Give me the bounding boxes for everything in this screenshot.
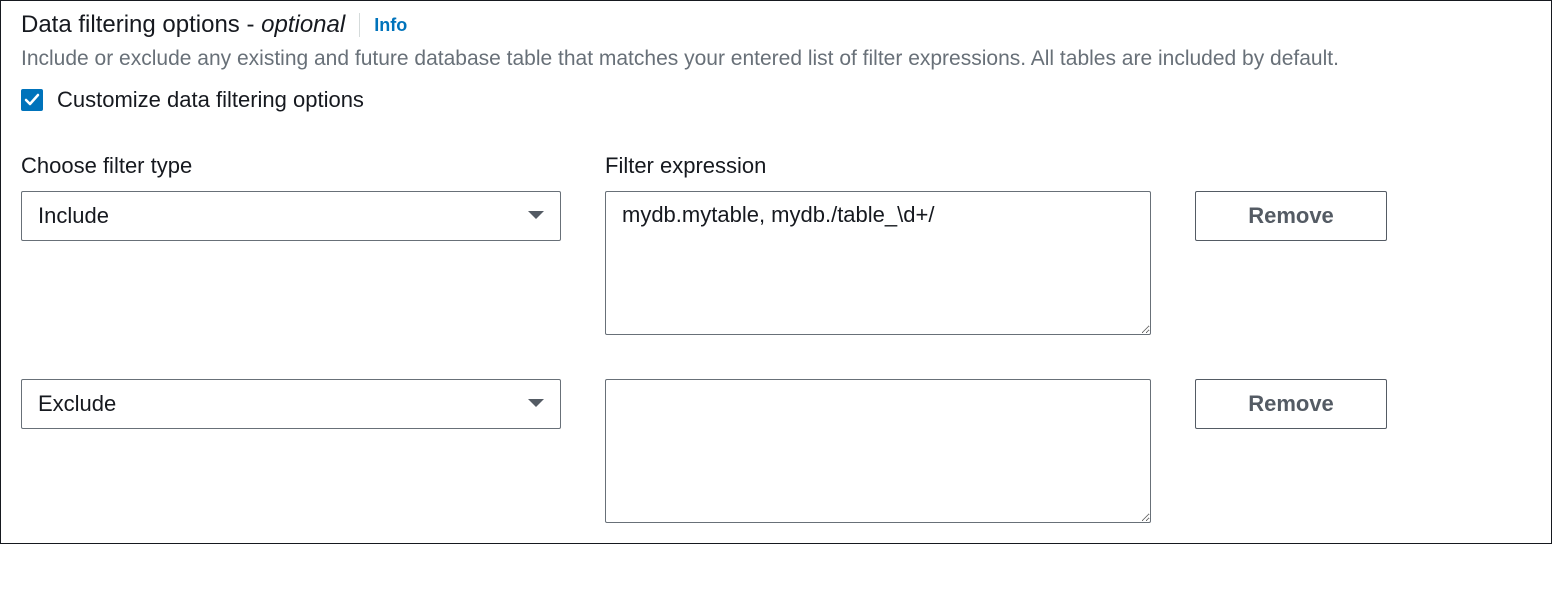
panel-title-text: Data filtering options -: [21, 11, 261, 38]
panel-header: Data filtering options - optional Info: [21, 11, 1531, 39]
checkmark-icon: [24, 92, 40, 108]
filter-row: Exclude Remove: [21, 379, 1531, 523]
filter-type-header: Choose filter type: [21, 153, 561, 179]
customize-checkbox[interactable]: [21, 89, 43, 111]
filter-type-select-wrapper: Include: [21, 191, 561, 241]
filter-section: Choose filter type Filter expression Inc…: [21, 153, 1531, 523]
remove-button[interactable]: Remove: [1195, 191, 1387, 241]
panel-title: Data filtering options - optional: [21, 11, 345, 39]
info-link[interactable]: Info: [374, 15, 407, 36]
customize-checkbox-label: Customize data filtering options: [57, 87, 364, 113]
filter-expression-input[interactable]: [605, 379, 1151, 523]
filter-type-select-wrapper: Exclude: [21, 379, 561, 429]
column-headers: Choose filter type Filter expression: [21, 153, 1531, 179]
filter-type-select[interactable]: Include: [21, 191, 561, 241]
customize-checkbox-row: Customize data filtering options: [21, 87, 1531, 113]
remove-button[interactable]: Remove: [1195, 379, 1387, 429]
filter-type-value: Exclude: [38, 391, 116, 417]
panel-title-optional: optional: [261, 11, 345, 38]
title-divider: [359, 13, 360, 37]
panel-description: Include or exclude any existing and futu…: [21, 43, 1531, 75]
filter-row: Include Remove: [21, 191, 1531, 335]
filter-type-value: Include: [38, 203, 109, 229]
filter-expression-header: Filter expression: [605, 153, 1151, 179]
data-filtering-panel: Data filtering options - optional Info I…: [0, 0, 1552, 544]
filter-expression-input[interactable]: [605, 191, 1151, 335]
filter-type-select[interactable]: Exclude: [21, 379, 561, 429]
